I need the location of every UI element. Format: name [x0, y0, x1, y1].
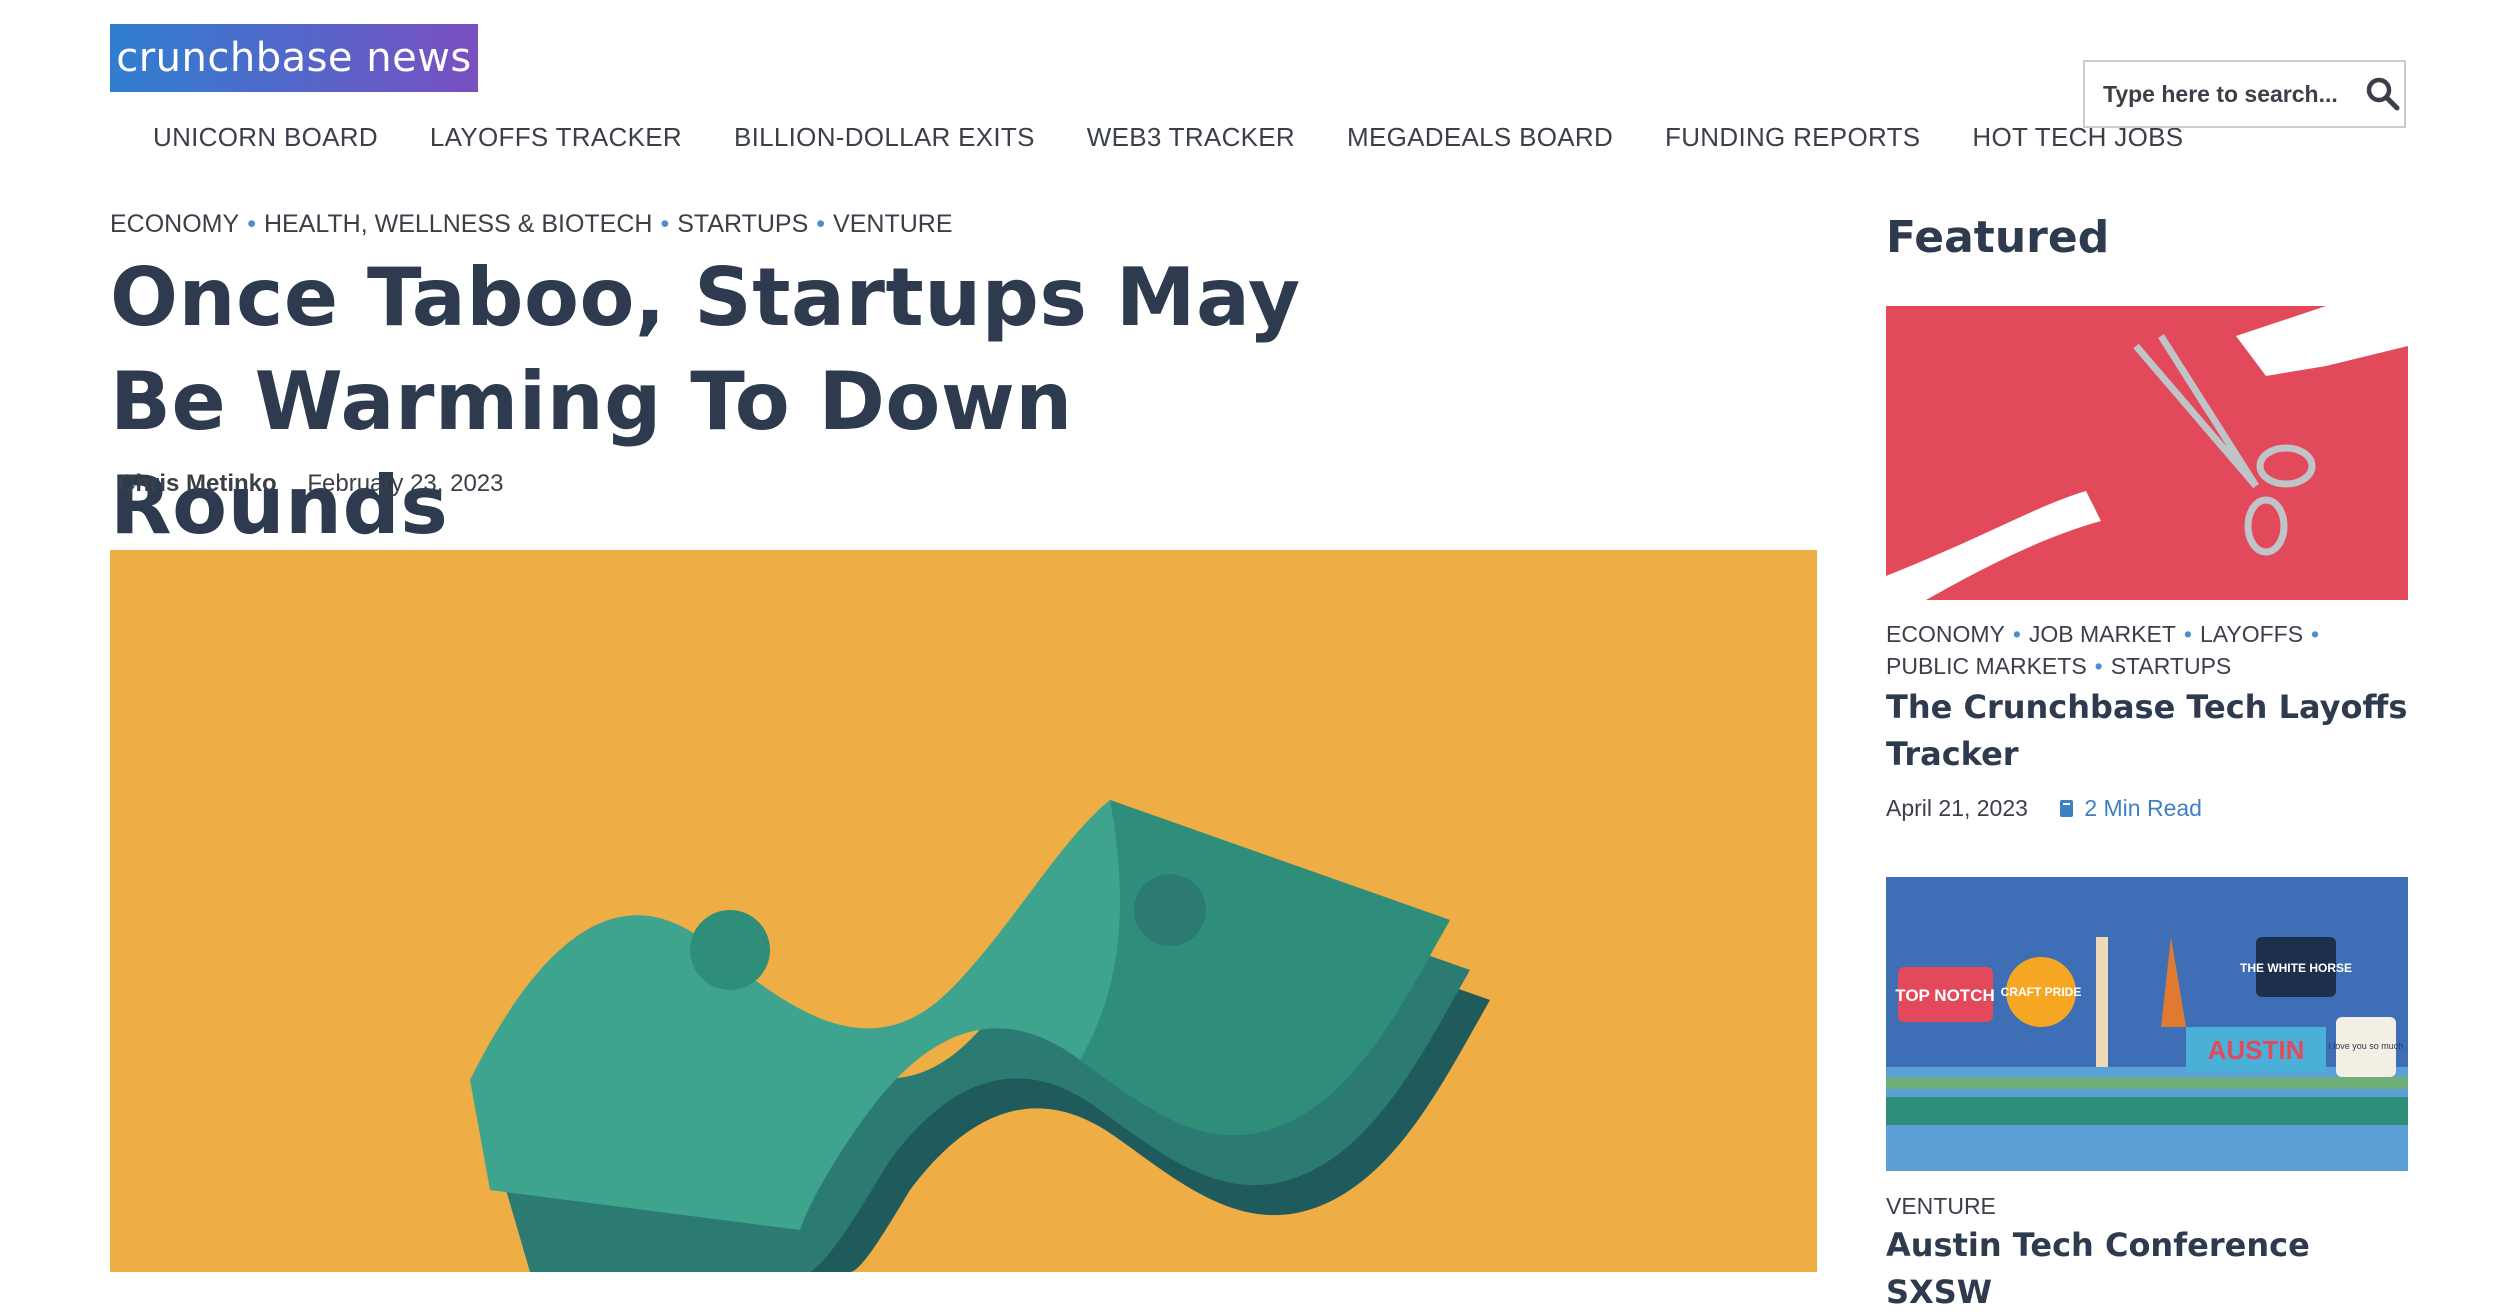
featured-card-1-image[interactable]	[1886, 306, 2408, 600]
search-input[interactable]	[2085, 79, 2355, 109]
scissors-paper-chain-illustration	[1886, 306, 2408, 600]
category-link[interactable]: VENTURE	[833, 210, 952, 238]
nav-megadeals-board[interactable]: MEGADEALS BOARD	[1347, 122, 1613, 153]
love-note-sign: i love you so much	[2329, 1041, 2404, 1051]
read-time: 2 Min Read	[2058, 795, 2202, 821]
category-separator: •	[816, 210, 826, 238]
category-link[interactable]: ECONOMY	[110, 210, 239, 238]
book-icon	[2060, 800, 2074, 817]
featured-card-2-image[interactable]: TOP NOTCH CRAFT PRIDE THE WHITE HORSE AU…	[1886, 877, 2408, 1171]
main-nav: UNICORN BOARD LAYOFFS TRACKER BILLION-DO…	[153, 122, 2235, 153]
white-horse-sign: THE WHITE HORSE	[2240, 961, 2352, 975]
top-notch-sign: TOP NOTCH	[1895, 986, 1995, 1005]
search-box	[2083, 60, 2406, 128]
byline: Chris Metinko February 23, 2023	[118, 470, 503, 498]
category-link[interactable]: HEALTH, WELLNESS & BIOTECH	[264, 210, 653, 238]
category-link[interactable]: LAYOFFS	[2200, 621, 2303, 647]
featured-card-1-meta: April 21, 2023 2 Min Read	[1886, 795, 2202, 822]
category-separator: •	[247, 210, 256, 238]
search-icon[interactable]	[2363, 74, 2403, 114]
read-time-label: 2 Min Read	[2084, 795, 2202, 821]
category-separator: •	[2094, 653, 2103, 679]
category-link[interactable]: JOB MARKET	[2029, 621, 2176, 647]
featured-heading: Featured	[1886, 212, 2110, 263]
category-link[interactable]: STARTUPS	[2111, 653, 2232, 679]
featured-card-2-title[interactable]: Austin Tech Conference SXSW	[1886, 1222, 2408, 1316]
money-illustration	[110, 550, 1817, 1272]
craft-pride-sign: CRAFT PRIDE	[2001, 985, 2082, 999]
featured-card-1-title[interactable]: The Crunchbase Tech Layoffs Tracker	[1886, 684, 2408, 778]
category-link[interactable]: STARTUPS	[677, 210, 808, 238]
category-separator: •	[2012, 621, 2021, 647]
featured-card-1-categories: ECONOMY • JOB MARKET • LAYOFFS • PUBLIC MARKE…	[1886, 618, 2406, 682]
nav-billion-dollar-exits[interactable]: BILLION-DOLLAR EXITS	[734, 122, 1035, 153]
hero-image	[110, 550, 1817, 1272]
nav-unicorn-board[interactable]: UNICORN BOARD	[153, 122, 378, 153]
category-separator: •	[660, 210, 670, 238]
nav-layoffs-tracker[interactable]: LAYOFFS TRACKER	[430, 122, 682, 153]
card-date: April 21, 2023	[1886, 795, 2028, 821]
article-title: Once Taboo, Startups May Be Warming To D…	[110, 251, 1301, 552]
category-link[interactable]: PUBLIC MARKETS	[1886, 653, 2087, 679]
nav-funding-reports[interactable]: FUNDING REPORTS	[1665, 122, 1920, 153]
category-link[interactable]: VENTURE	[1886, 1193, 1996, 1219]
publish-date: February 23, 2023	[307, 470, 504, 497]
austin-sign: AUSTIN	[2208, 1035, 2305, 1065]
featured-card-2-categories: VENTURE	[1886, 1190, 2406, 1222]
austin-skyline-illustration: TOP NOTCH CRAFT PRIDE THE WHITE HORSE AU…	[1886, 877, 2408, 1171]
author-link[interactable]: Chris Metinko	[118, 470, 277, 497]
category-separator: •	[2311, 621, 2320, 647]
article-categories: ECONOMY • HEALTH, WELLNESS & BIOTECH • START…	[110, 210, 953, 239]
crunchbase-news-logo[interactable]: crunchbase news	[110, 24, 478, 92]
category-separator: •	[2183, 621, 2192, 647]
category-link[interactable]: ECONOMY	[1886, 621, 2005, 647]
nav-web3-tracker[interactable]: WEB3 TRACKER	[1087, 122, 1295, 153]
